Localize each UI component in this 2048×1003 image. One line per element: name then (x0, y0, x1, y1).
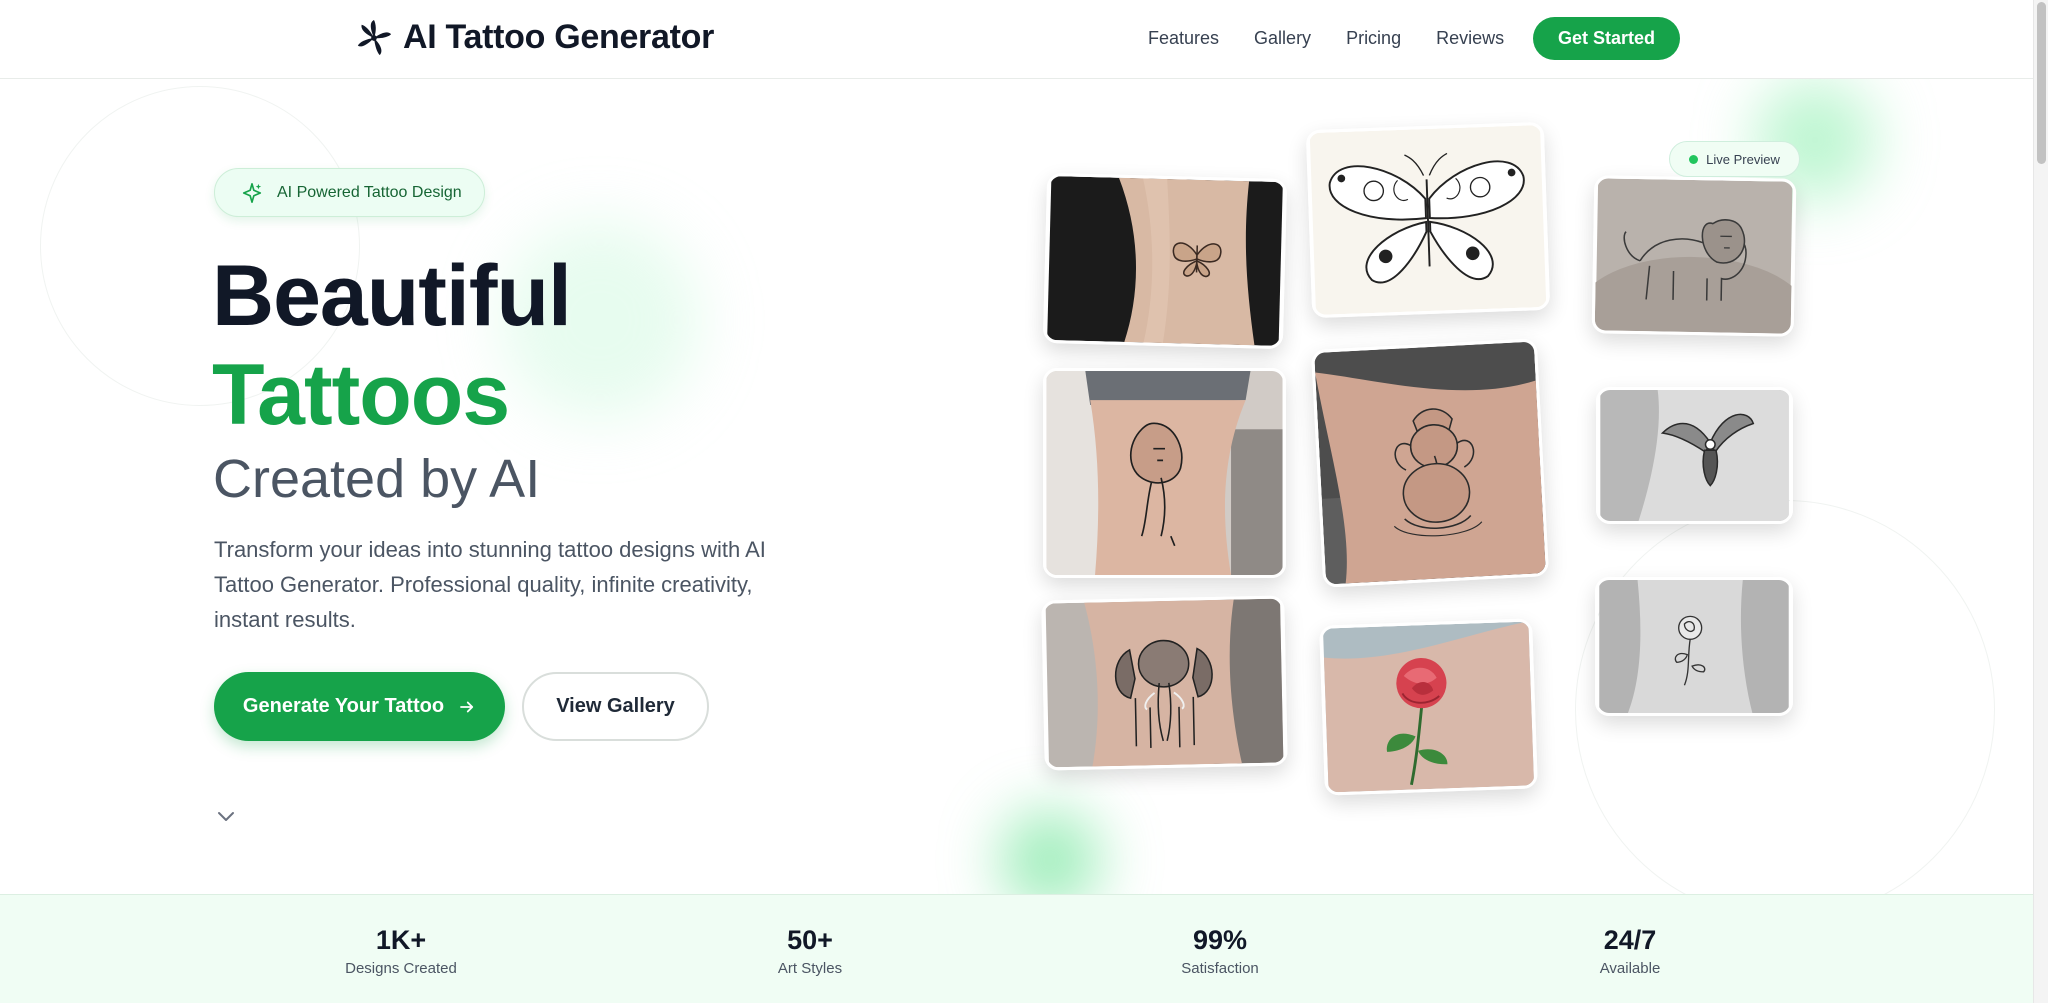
page-scrollbar[interactable] (2033, 0, 2048, 1003)
stat-label: Available (1599, 960, 1661, 977)
nav-features[interactable]: Features (1148, 28, 1219, 49)
hero-subtitle: Created by AI (213, 449, 541, 509)
nav-reviews[interactable]: Reviews (1436, 28, 1504, 49)
scrollbar-thumb[interactable] (2037, 2, 2046, 164)
generate-tattoo-button[interactable]: Generate Your Tattoo (214, 672, 505, 741)
tattoo-image-elephant (1041, 595, 1288, 771)
tattoo-image-rose-wrist (1595, 577, 1793, 716)
stat-value: 24/7 (1603, 925, 1657, 955)
nav-pricing[interactable]: Pricing (1346, 28, 1401, 49)
stat-label: Satisfaction (1181, 960, 1259, 977)
top-navbar: AI Tattoo Generator Features Gallery Pri… (0, 0, 2033, 79)
arrow-right-icon (460, 701, 474, 712)
tattoo-image-ganesha (1310, 338, 1550, 588)
tattoo-image-butterfly-sketch (1305, 121, 1551, 319)
tattoo-image-lion-chest (1591, 175, 1797, 337)
live-preview-label: Live Preview (1706, 151, 1780, 167)
brand-logo[interactable]: AI Tattoo Generator (355, 18, 714, 57)
flower-icon (357, 19, 392, 55)
main-nav: Features Gallery Pricing Reviews (1148, 28, 1504, 49)
generate-tattoo-label: Generate Your Tattoo (242, 695, 445, 717)
sparkle-icon (242, 182, 262, 203)
stat-available: 24/7 Available (1520, 925, 1740, 977)
tattoo-image-lion-forearm (1043, 368, 1286, 578)
stat-value: 50+ (787, 925, 833, 955)
stat-label: Designs Created (345, 960, 457, 977)
hero-title-line2: Tattoos (212, 347, 510, 443)
stat-label: Art Styles (777, 960, 843, 977)
live-preview-badge: Live Preview (1669, 141, 1800, 177)
hero-description: Transform your ideas into stunning tatto… (214, 537, 766, 632)
stats-bar: 1K+ Designs Created 50+ Art Styles 99% S… (0, 894, 2033, 1003)
tattoo-image-eagle (1596, 387, 1793, 524)
get-started-button[interactable]: Get Started (1533, 17, 1680, 60)
stat-designs-created: 1K+ Designs Created (291, 925, 511, 977)
view-gallery-button[interactable]: View Gallery (522, 672, 709, 741)
tattoo-image-red-rose (1319, 618, 1538, 796)
stat-art-styles: 50+ Art Styles (700, 925, 920, 977)
tattoo-image-butterfly-wrist (1042, 172, 1288, 350)
badge-label: AI Powered Tattoo Design (277, 183, 462, 201)
stat-value: 99% (1192, 925, 1248, 955)
hero-title-line1: Beautiful (212, 248, 572, 344)
brand-name: AI Tattoo Generator (403, 18, 715, 56)
chevron-down-icon[interactable] (216, 810, 236, 824)
stat-satisfaction: 99% Satisfaction (1110, 925, 1330, 977)
ai-powered-badge: AI Powered Tattoo Design (214, 168, 485, 217)
nav-gallery[interactable]: Gallery (1254, 28, 1311, 49)
live-status-dot (1689, 154, 1699, 164)
stat-value: 1K+ (375, 925, 427, 955)
